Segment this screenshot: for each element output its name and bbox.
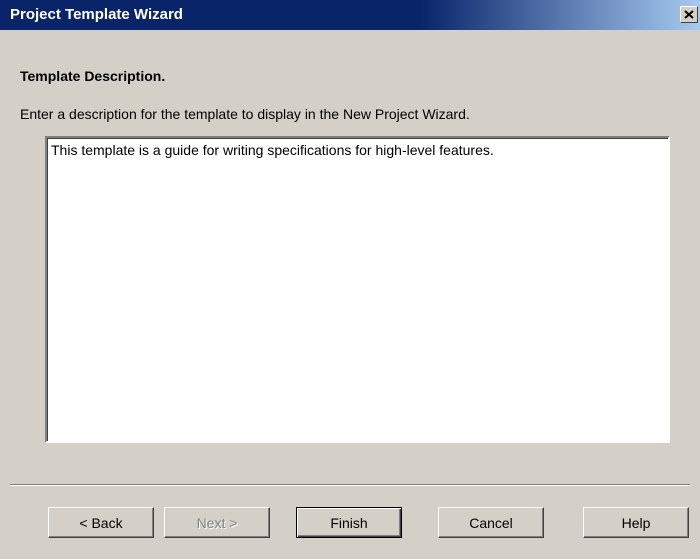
page-heading: Template Description.: [20, 68, 166, 84]
help-button-label: Help: [621, 514, 651, 531]
close-button[interactable]: [680, 6, 698, 23]
separator: [10, 484, 690, 486]
back-button[interactable]: < Back: [48, 507, 154, 538]
title-bar: Project Template Wizard: [0, 0, 700, 30]
window-title: Project Template Wizard: [10, 6, 183, 23]
close-icon: [684, 10, 694, 19]
help-button[interactable]: Help: [583, 507, 689, 538]
template-description-field[interactable]: This template is a guide for writing spe…: [45, 136, 670, 443]
finish-button-label: Finish: [330, 514, 368, 531]
back-button-label: < Back: [79, 514, 123, 531]
next-button-label: Next >: [196, 514, 238, 531]
finish-button[interactable]: Finish: [296, 507, 402, 538]
cancel-button[interactable]: Cancel: [438, 507, 544, 538]
next-button[interactable]: Next >: [164, 507, 270, 538]
instructions-text: Enter a description for the template to …: [20, 106, 470, 122]
cancel-button-label: Cancel: [469, 514, 513, 531]
